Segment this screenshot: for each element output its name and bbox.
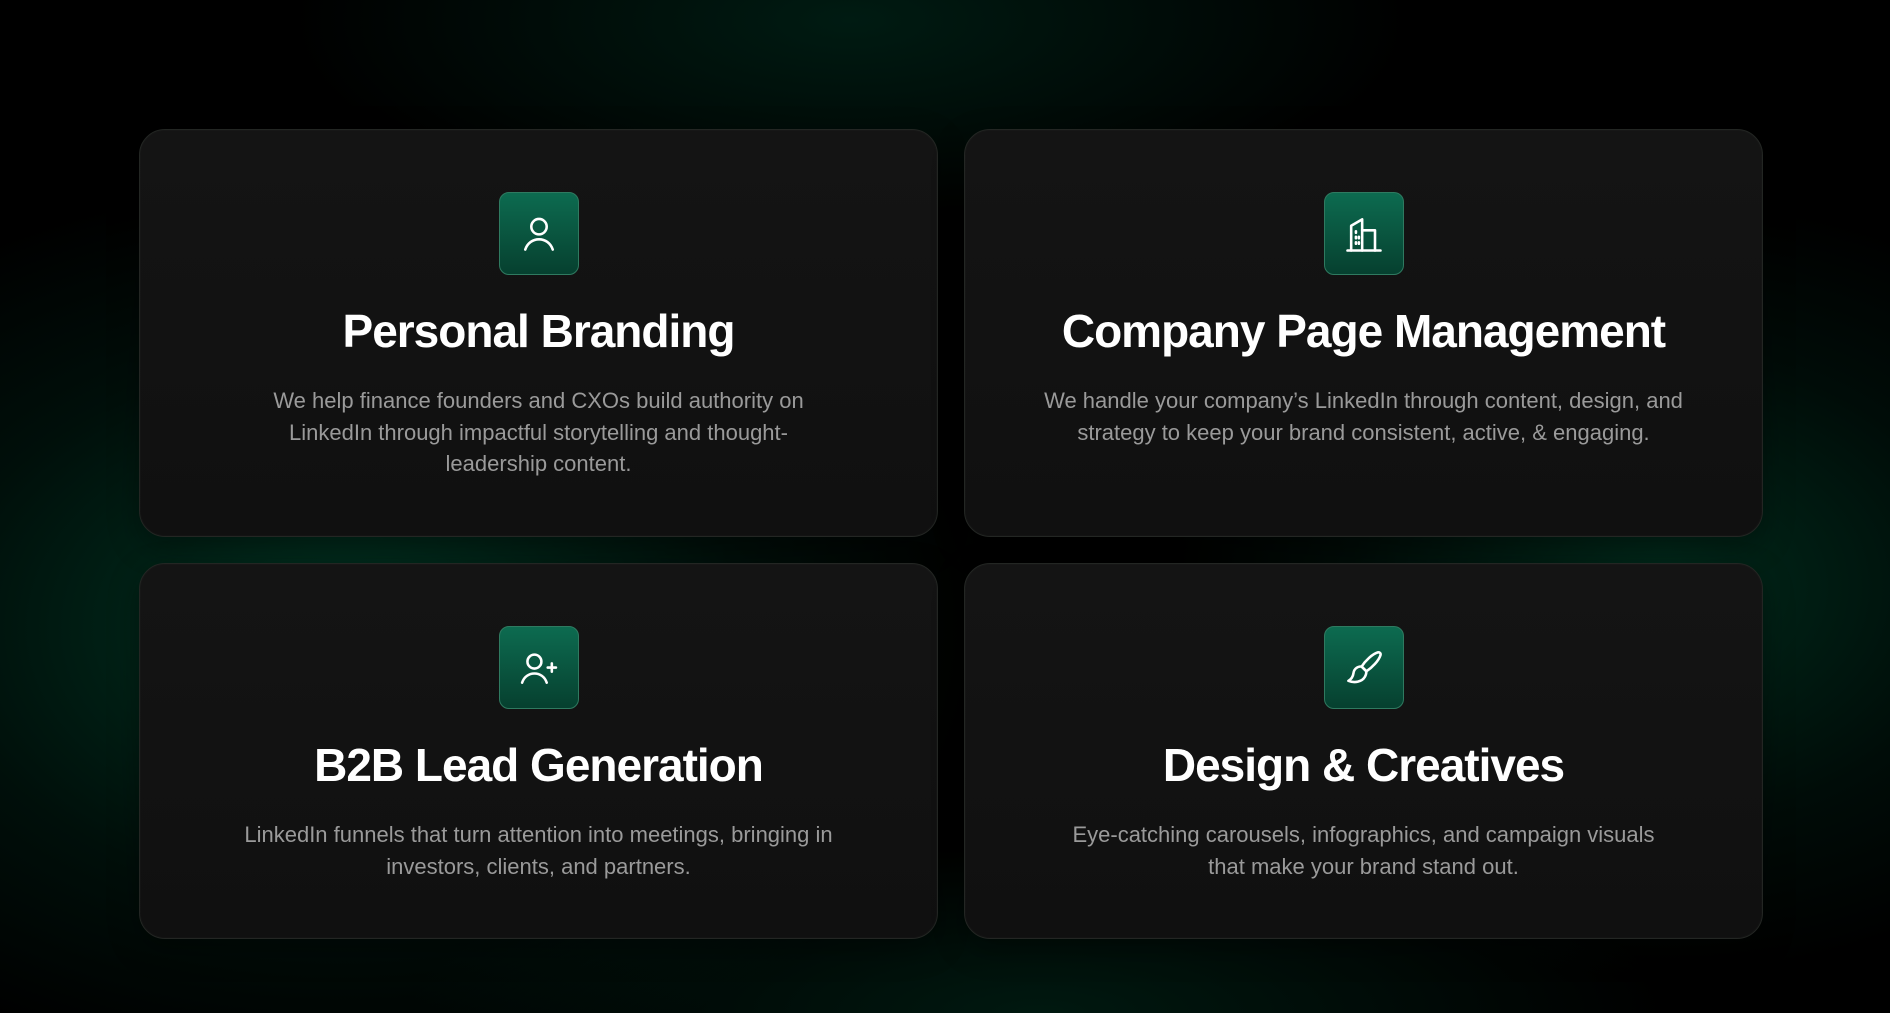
services-grid: Personal Branding We help finance founde…: [139, 129, 1763, 939]
service-card-company-page-management: Company Page Management We handle your c…: [964, 129, 1763, 537]
user-plus-icon: [498, 626, 579, 709]
service-card-b2b-lead-generation: B2B Lead Generation LinkedIn funnels tha…: [139, 563, 938, 939]
user-icon: [498, 192, 579, 275]
service-card-design-creatives: Design & Creatives Eye-catching carousel…: [964, 563, 1763, 939]
service-description: LinkedIn funnels that turn attention int…: [244, 822, 833, 879]
service-card-personal-branding: Personal Branding We help finance founde…: [139, 129, 938, 537]
service-description: Eye-catching carousels, infographics, an…: [1072, 822, 1655, 879]
service-title: Company Page Management: [1061, 305, 1666, 357]
building-icon: [1323, 192, 1404, 275]
section-subtitle-fragment: ​: [0, 0, 1890, 12]
service-title: B2B Lead Generation: [314, 739, 764, 791]
paintbrush-icon: [1323, 626, 1404, 709]
service-description: We help finance founders and CXOs build …: [273, 388, 804, 476]
service-description: We handle your company’s LinkedIn throug…: [1044, 388, 1683, 445]
service-title: Design & Creatives: [1162, 739, 1565, 791]
service-title: Personal Branding: [342, 305, 736, 357]
